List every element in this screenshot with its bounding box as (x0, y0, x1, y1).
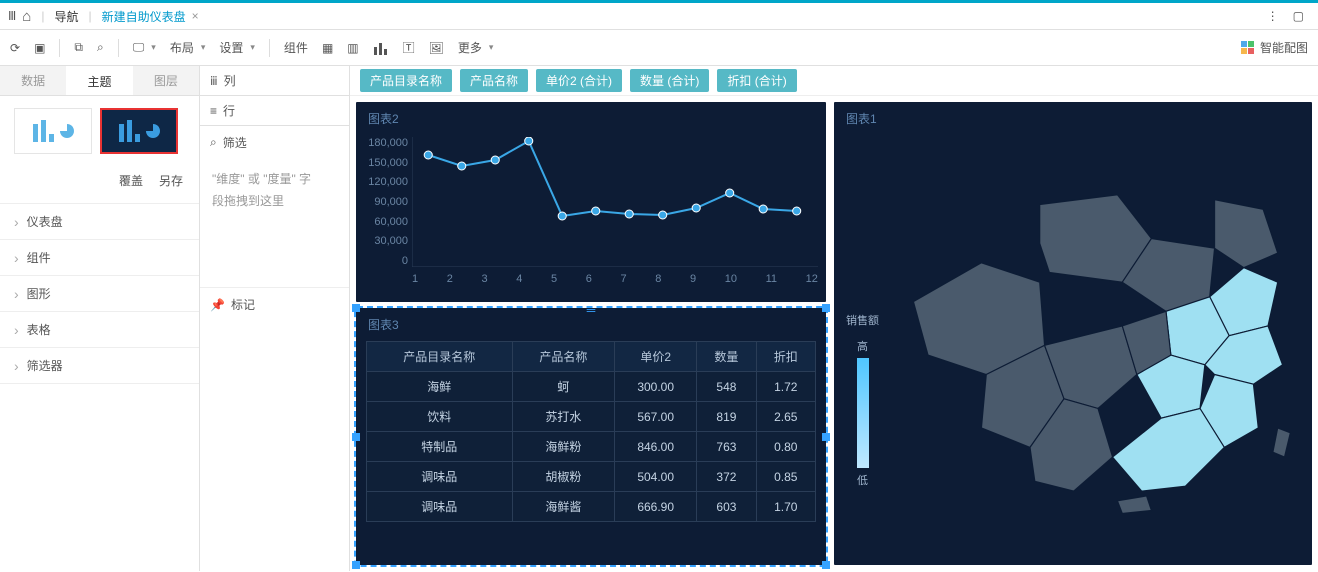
save-icon[interactable]: ▣ (34, 41, 45, 55)
overwrite-button[interactable]: 覆盖 (119, 172, 143, 189)
zoom-icon[interactable]: ⌕ (97, 40, 104, 55)
tab-data[interactable]: 数据 (0, 66, 66, 95)
text-icon[interactable]: 🅃 (403, 39, 415, 56)
chart2-card[interactable]: 图表2 180,000150,000120,00090,00060,00030,… (356, 102, 826, 302)
rows-header[interactable]: ≡行 (200, 96, 349, 126)
acc-filter[interactable]: 筛选器 (0, 348, 199, 384)
table-header: 单价2 (615, 342, 697, 372)
pill-row: 产品目录名称 产品名称 单价2 (合计) 数量 (合计) 折扣 (合计) (350, 66, 1318, 96)
smart-chart-icon (1241, 41, 1254, 54)
theme-light[interactable] (14, 108, 92, 154)
settings-dropdown[interactable]: 设置 (219, 39, 255, 56)
close-tab-icon[interactable]: × (192, 9, 199, 23)
mid-panel: ⅲ列 ≡行 ⌕筛选 "维度" 或 "度量" 字 段拖拽到这里 📌标记 (200, 66, 350, 571)
china-map (894, 126, 1302, 555)
chart3-table: 产品目录名称产品名称单价2数量折扣 海鲜蚵300.005481.72饮料苏打水5… (366, 341, 816, 522)
tab-theme[interactable]: 主题 (66, 66, 132, 95)
tab-layer[interactable]: 图层 (133, 66, 199, 95)
layout-dropdown[interactable]: 布局 (170, 39, 206, 56)
table-row[interactable]: 海鲜蚵300.005481.72 (367, 372, 816, 402)
pill[interactable]: 折扣 (合计) (717, 69, 796, 92)
theme-dark[interactable] (100, 108, 178, 154)
toolbar: ⟳ ▣ ⧉ ⌕ 🖵 布局 设置 组件 ▦ ▥ 🅃 🖼 更多 智能配图 (0, 30, 1318, 66)
table-row[interactable]: 特制品海鲜粉846.007630.80 (367, 432, 816, 462)
pin-icon: 📌 (210, 298, 225, 312)
menu-icon[interactable]: Ⅲ (8, 9, 16, 23)
cols-header[interactable]: ⅲ列 (200, 66, 349, 96)
image-icon[interactable]: 🖼 (429, 41, 444, 55)
table-header: 产品名称 (512, 342, 614, 372)
filter-header: ⌕筛选 (200, 126, 349, 159)
chart2-xaxis: 123456789101112 (412, 271, 818, 285)
component-button[interactable]: 组件 (284, 39, 308, 56)
kebab-icon[interactable]: ⋮ (1267, 9, 1279, 23)
chart3-card[interactable]: ═ 图表3 产品目录名称产品名称单价2数量折扣 海鲜蚵300.005481.72… (356, 308, 826, 565)
filter-icon: ⌕ (210, 135, 217, 150)
drop-zone[interactable]: "维度" 或 "度量" 字 段拖拽到这里 (200, 159, 349, 222)
right-panel: 产品目录名称 产品名称 单价2 (合计) 数量 (合计) 折扣 (合计) 图表2… (350, 66, 1318, 571)
grid-icon[interactable]: ▦ (322, 41, 333, 55)
pill[interactable]: 产品名称 (460, 69, 528, 92)
resize-handle[interactable]: ═ (587, 303, 596, 317)
table-header: 数量 (697, 342, 756, 372)
table-row[interactable]: 调味品胡椒粉504.003720.85 (367, 462, 816, 492)
save-as-button[interactable]: 另存 (159, 172, 183, 189)
table-icon[interactable]: ▥ (347, 41, 358, 55)
chart2-title: 图表2 (356, 102, 826, 131)
copy-icon[interactable]: ⧉ (74, 40, 83, 55)
breadcrumb-nav[interactable]: 导航 (54, 8, 78, 25)
chart-icon[interactable] (373, 41, 389, 55)
chart2-line (412, 137, 818, 267)
acc-shape[interactable]: 图形 (0, 276, 199, 312)
table-row[interactable]: 调味品海鲜酱666.906031.70 (367, 492, 816, 522)
chart2-yaxis: 180,000150,000120,00090,00060,00030,0000 (360, 137, 408, 267)
table-row[interactable]: 饮料苏打水567.008192.65 (367, 402, 816, 432)
home-icon[interactable]: ⌂ (22, 8, 31, 25)
refresh-icon[interactable]: ⟳ (10, 41, 20, 55)
screen-dropdown[interactable]: 🖵 (133, 40, 156, 55)
left-panel: 数据 主题 图层 覆盖 另存 仪表盘 组件 图形 表格 筛选器 (0, 66, 200, 571)
pill[interactable]: 数量 (合计) (630, 69, 709, 92)
cols-icon: ⅲ (210, 74, 218, 88)
maximize-icon[interactable]: ▢ (1293, 9, 1304, 23)
pill[interactable]: 产品目录名称 (360, 69, 452, 92)
acc-table[interactable]: 表格 (0, 312, 199, 348)
pill[interactable]: 单价2 (合计) (536, 69, 622, 92)
table-header: 产品目录名称 (367, 342, 513, 372)
smart-chart-button[interactable]: 智能配图 (1241, 39, 1308, 56)
mark-header: 📌标记 (200, 287, 349, 321)
breadcrumb-current[interactable]: 新建自助仪表盘 (102, 8, 186, 25)
chart1-card[interactable]: 图表1 销售额 高 低 (834, 102, 1312, 565)
table-header: 折扣 (756, 342, 815, 372)
acc-component[interactable]: 组件 (0, 240, 199, 276)
acc-dashboard[interactable]: 仪表盘 (0, 204, 199, 240)
rows-icon: ≡ (210, 104, 217, 118)
more-dropdown[interactable]: 更多 (458, 39, 494, 56)
chart1-legend: 销售额 高 低 (846, 312, 879, 488)
breadcrumb: Ⅲ ⌂ | 导航 | 新建自助仪表盘 × ⋮ ▢ (0, 3, 1318, 30)
